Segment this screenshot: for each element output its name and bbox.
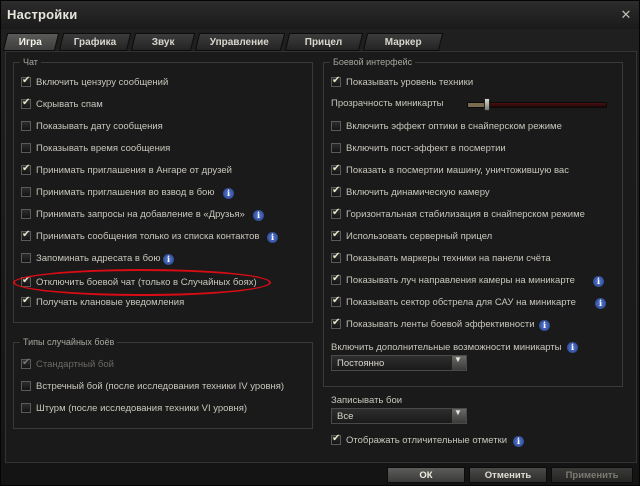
checkbox[interactable]	[21, 209, 31, 219]
checkbox: ✔	[21, 357, 31, 369]
info-icon[interactable]: i	[595, 298, 606, 309]
info-icon[interactable]: i	[513, 436, 524, 447]
apply-button[interactable]: Применить	[551, 467, 633, 483]
minimap-extra-dropdown[interactable]: Постоянно ▼	[331, 355, 467, 371]
title-bar: Настройки ✕	[1, 1, 639, 29]
checkbox[interactable]: ✔	[331, 295, 341, 307]
info-icon[interactable]: i	[253, 210, 264, 221]
tab-game[interactable]: Игра	[2, 33, 60, 51]
checkbox[interactable]	[21, 187, 31, 197]
check-icon: ✔	[22, 275, 31, 286]
checkbox[interactable]: ✔	[331, 75, 341, 87]
checkbox[interactable]	[21, 403, 31, 413]
dropdown-arrow[interactable]: ▼	[451, 355, 466, 370]
check-icon: ✔	[332, 251, 341, 262]
checkbox[interactable]: ✔	[331, 317, 341, 329]
check-icon: ✔	[22, 229, 31, 240]
chevron-down-icon: ▼	[454, 408, 462, 417]
info-icon[interactable]: i	[163, 254, 174, 265]
tab-sound[interactable]: Звук	[130, 33, 196, 51]
ok-button[interactable]: ОК	[387, 467, 465, 483]
checkbox[interactable]: ✔	[331, 251, 341, 263]
check-icon: ✔	[332, 317, 341, 328]
check-icon: ✔	[22, 295, 31, 306]
info-icon[interactable]: i	[539, 320, 550, 331]
checkbox[interactable]: ✔	[331, 273, 341, 285]
minimap-transparency-label: Прозрачность миникарты	[331, 98, 444, 109]
checkbox[interactable]: ✔	[331, 229, 341, 241]
checkbox[interactable]	[21, 121, 31, 131]
info-icon[interactable]: i	[223, 188, 234, 199]
check-icon: ✔	[332, 75, 341, 86]
checkbox[interactable]: ✔	[331, 185, 341, 197]
check-icon: ✔	[22, 357, 31, 368]
checkbox[interactable]	[21, 381, 31, 391]
close-icon[interactable]: ✕	[619, 8, 633, 22]
checkbox[interactable]: ✔	[331, 433, 341, 445]
info-icon[interactable]: i	[567, 342, 578, 353]
settings-window: Настройки ✕ Игра Графика Звук Управление…	[0, 0, 640, 486]
minimap-transparency-slider[interactable]	[467, 98, 607, 111]
record-battles-label: Записывать бои	[331, 395, 403, 406]
tab-marker[interactable]: Маркер	[362, 33, 444, 51]
checkbox[interactable]: ✔	[21, 75, 31, 87]
slider-handle[interactable]	[484, 98, 491, 111]
minimap-extra-label: Включить дополнительные возможности мини…	[331, 342, 562, 353]
checkbox[interactable]: ✔	[331, 207, 341, 219]
check-icon: ✔	[332, 163, 341, 174]
checkbox[interactable]: ✔	[21, 295, 31, 307]
tab-sight[interactable]: Прицел	[284, 33, 364, 51]
checkbox[interactable]	[21, 253, 31, 263]
check-icon: ✔	[22, 163, 31, 174]
battle-interface-legend: Боевой интерфейс	[333, 57, 413, 67]
check-icon: ✔	[332, 273, 341, 284]
check-icon: ✔	[332, 295, 341, 306]
check-icon: ✔	[22, 75, 31, 86]
check-icon: ✔	[332, 229, 341, 240]
tab-graphics[interactable]: Графика	[58, 33, 132, 51]
checkbox[interactable]: ✔	[21, 97, 31, 109]
tab-controls[interactable]: Управление	[194, 33, 286, 51]
dropdown-arrow[interactable]: ▼	[451, 408, 466, 423]
info-icon[interactable]: i	[593, 276, 604, 287]
check-icon: ✔	[22, 97, 31, 108]
checkbox[interactable]	[331, 143, 341, 153]
checkbox[interactable]	[21, 143, 31, 153]
cancel-button[interactable]: Отменить	[469, 467, 547, 483]
chevron-down-icon: ▼	[454, 355, 462, 364]
checkbox[interactable]	[331, 121, 341, 131]
check-icon: ✔	[332, 207, 341, 218]
chat-group-legend: Чат	[23, 57, 38, 67]
window-title: Настройки	[7, 7, 78, 22]
record-battles-dropdown[interactable]: Все ▼	[331, 408, 467, 424]
checkbox[interactable]: ✔	[21, 275, 31, 287]
checkbox[interactable]: ✔	[21, 163, 31, 175]
check-icon: ✔	[332, 185, 341, 196]
checkbox[interactable]: ✔	[21, 229, 31, 241]
check-icon: ✔	[332, 433, 341, 444]
checkbox[interactable]: ✔	[331, 163, 341, 175]
battle-types-legend: Типы случайных боёв	[23, 337, 115, 347]
info-icon[interactable]: i	[267, 232, 278, 243]
